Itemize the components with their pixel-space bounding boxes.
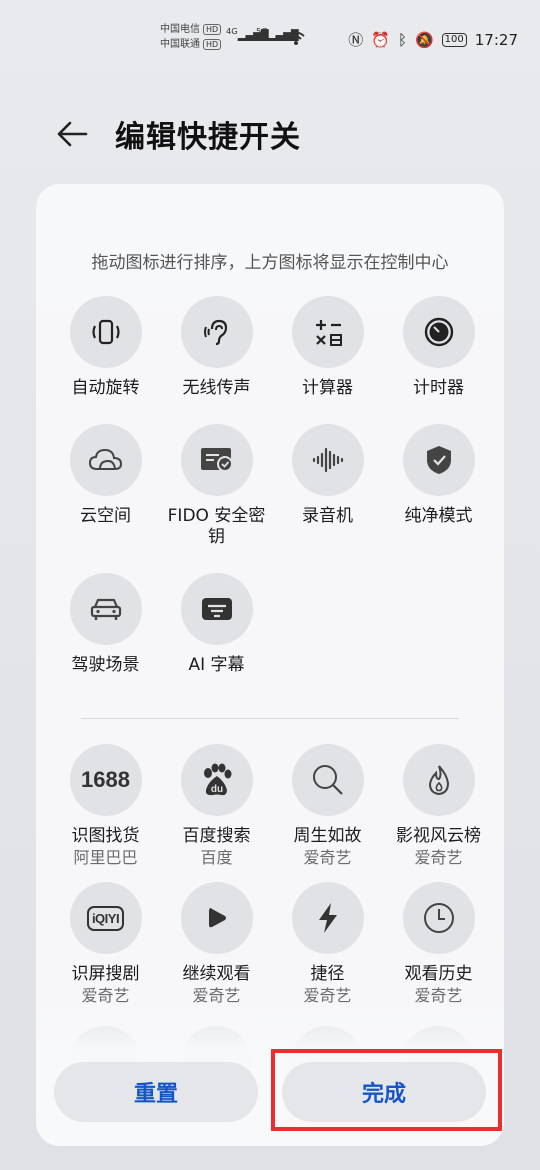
tile-label: 自动旋转	[71, 378, 140, 398]
tile-label: 识屏搜剧	[71, 964, 140, 984]
mute-bell-icon: 🔕	[414, 30, 434, 49]
tile-auto-rotate[interactable]: 自动旋转	[50, 296, 161, 399]
iqiyi-icon: iQIYI	[69, 882, 142, 954]
tile-label: 计时器	[413, 378, 464, 398]
app-shortcut-grid: 1688 识图找货 阿里巴巴 du 百度搜索 百度 周生如故 爱奇艺 影视风云榜…	[50, 744, 494, 1006]
tile-driving[interactable]: 驾驶场景	[50, 573, 161, 676]
tile-cloud[interactable]: 云空间	[50, 424, 161, 548]
tile-iqiyi-shortcut[interactable]: 捷径 爱奇艺	[272, 882, 383, 1006]
tile-label: 驾驶场景	[71, 655, 140, 675]
carrier-1: 中国电信	[160, 24, 200, 35]
tile-iqiyi-history[interactable]: 观看历史 爱奇艺	[383, 882, 494, 1006]
tile-timer[interactable]: 计时器	[383, 296, 494, 399]
tile-label: 观看历史	[404, 964, 473, 984]
auto-rotate-icon	[69, 296, 142, 368]
tile-source: 百度	[200, 848, 233, 867]
tile-label: 周生如故	[293, 826, 362, 846]
soundwave-icon	[291, 424, 364, 496]
section-divider	[81, 718, 459, 719]
hd-badge-1: HD	[203, 24, 222, 35]
calculator-icon	[291, 296, 364, 368]
tile-source: 爱奇艺	[414, 986, 463, 1005]
timer-icon	[402, 296, 475, 368]
carrier-2: 中国联通	[160, 39, 200, 50]
nfc-icon: Ⓝ	[348, 31, 364, 49]
tile-source: 爱奇艺	[303, 848, 352, 867]
tile-iqiyi-screen-search[interactable]: iQIYI 识屏搜剧 爱奇艺	[50, 882, 161, 1006]
subtitle-icon	[180, 573, 253, 645]
active-toggle-grid: 自动旋转 无线传声 计算器 计时器 云空间 FIDO 安全密钥 录音机 纯净模式…	[50, 296, 494, 676]
tile-label: 云空间	[80, 506, 131, 526]
status-bar: 中国电信 HD 中国联通 HD 4G▂▄▆█ 5G▂▄▆█ Ⓝ ⏰ ᛒ 🔕 100 …	[0, 0, 540, 80]
baidu-paw-icon: du	[180, 744, 253, 816]
wifi-icon	[287, 31, 305, 45]
clock-time: 17:27	[474, 30, 518, 49]
tile-iqiyi-search[interactable]: 周生如故 爱奇艺	[272, 744, 383, 868]
tile-recorder[interactable]: 录音机	[272, 424, 383, 548]
quick-toggle-card: 拖动图标进行排序，上方图标将显示在控制中心 自动旋转 无线传声 计算器 计时器	[36, 184, 504, 1146]
tile-label: 录音机	[302, 506, 353, 526]
tile-label: AI 字幕	[188, 655, 245, 675]
svg-text:du: du	[210, 784, 222, 795]
tile-label: 百度搜索	[182, 826, 251, 846]
play-icon	[180, 882, 253, 954]
tile-label: 无线传声	[182, 378, 251, 398]
page-title: 编辑快捷开关	[115, 120, 301, 155]
tile-iqiyi-continue[interactable]: 继续观看 爱奇艺	[161, 882, 272, 1006]
battery-indicator: 100	[441, 32, 467, 47]
clock-icon	[402, 882, 475, 954]
bluetooth-icon: ᛒ	[397, 30, 407, 49]
tile-label: 计算器	[302, 378, 353, 398]
tile-label: 继续观看	[182, 964, 251, 984]
tile-ai-subtitle[interactable]: AI 字幕	[161, 573, 272, 676]
alarm-icon: ⏰	[371, 30, 390, 49]
shield-check-icon	[402, 424, 475, 496]
tile-alibaba-image-search[interactable]: 1688 识图找货 阿里巴巴	[50, 744, 161, 868]
1688-icon: 1688	[69, 744, 142, 816]
drag-hint: 拖动图标进行排序，上方图标将显示在控制中心	[91, 253, 449, 273]
tile-calculator[interactable]: 计算器	[272, 296, 383, 399]
tile-source: 爱奇艺	[303, 986, 352, 1005]
lightning-icon	[291, 882, 364, 954]
back-arrow-icon[interactable]	[52, 114, 92, 154]
tile-source: 爱奇艺	[81, 986, 130, 1005]
security-card-icon	[180, 424, 253, 496]
flame-icon	[402, 744, 475, 816]
tile-label: 捷径	[310, 964, 345, 984]
cloud-icon	[69, 424, 142, 496]
tile-label: 纯净模式	[404, 506, 473, 526]
tile-source: 爱奇艺	[414, 848, 463, 867]
tile-fido-key[interactable]: FIDO 安全密钥	[161, 424, 272, 548]
tile-wireless-audio[interactable]: 无线传声	[161, 296, 272, 399]
ear-icon	[180, 296, 253, 368]
tile-label: 识图找货	[71, 826, 140, 846]
search-icon	[291, 744, 364, 816]
tile-label: FIDO 安全密钥	[167, 506, 266, 547]
hd-badge-2: HD	[203, 39, 222, 50]
tile-pure-mode[interactable]: 纯净模式	[383, 424, 494, 548]
tile-source: 阿里巴巴	[73, 848, 138, 867]
tile-label: 影视风云榜	[396, 826, 481, 846]
reset-button[interactable]: 重置	[54, 1062, 258, 1122]
tile-source: 爱奇艺	[192, 986, 241, 1005]
tile-baidu-search[interactable]: du 百度搜索 百度	[161, 744, 272, 868]
tile-iqiyi-ranking[interactable]: 影视风云榜 爱奇艺	[383, 744, 494, 868]
done-highlight-box	[271, 1049, 502, 1131]
car-icon	[69, 573, 142, 645]
page-header: 编辑快捷开关	[0, 108, 540, 158]
carrier-info: 中国电信 HD 中国联通 HD	[160, 22, 222, 52]
